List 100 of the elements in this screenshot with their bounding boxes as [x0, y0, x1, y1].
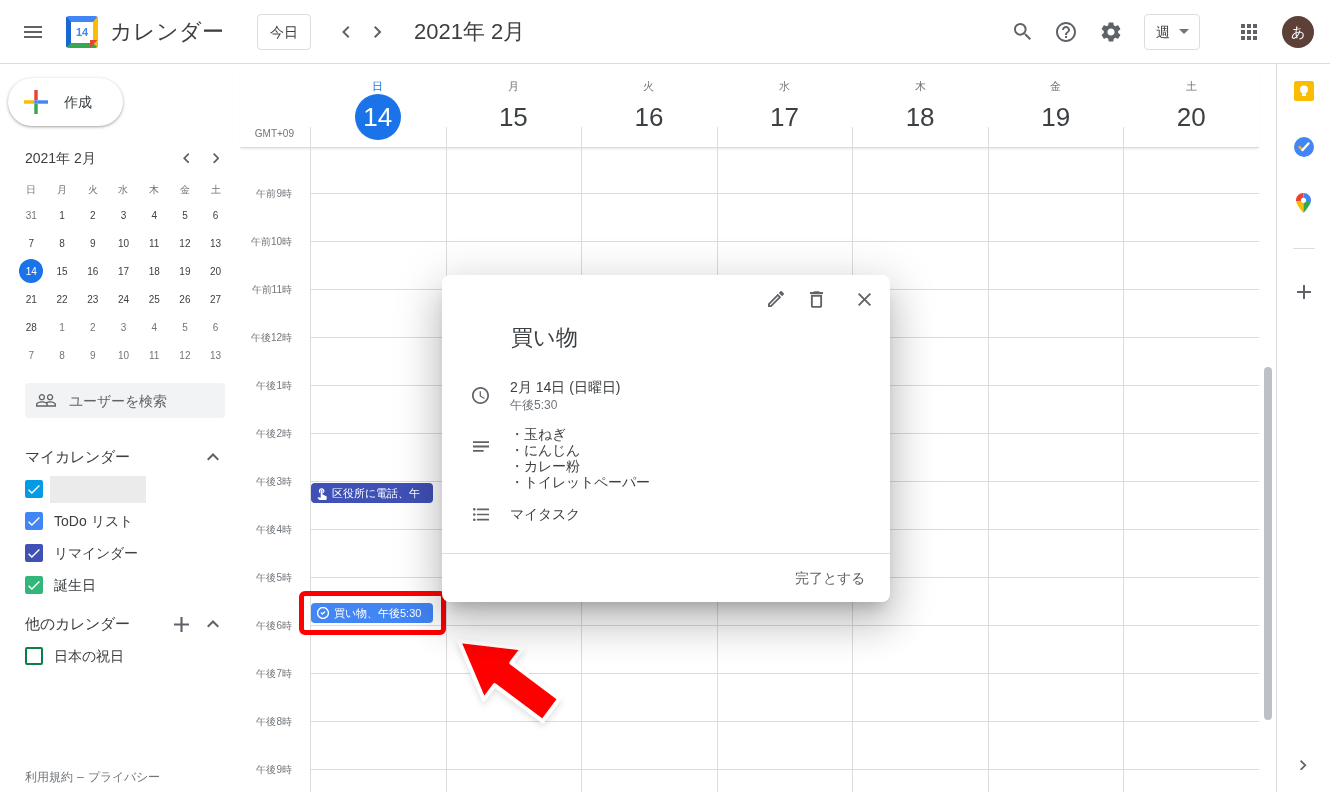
mini-calendar-day[interactable]: 13 [203, 231, 228, 255]
mini-calendar-day[interactable]: 13 [203, 343, 228, 367]
event-title: 買い物 [511, 324, 579, 352]
hour-label: 午前11時 [251, 284, 292, 296]
mini-calendar-day[interactable]: 6 [203, 203, 228, 227]
settings-icon [1099, 19, 1123, 44]
check-icon [28, 548, 40, 558]
day-number[interactable]: 14 [354, 94, 401, 140]
day-number[interactable]: 16 [625, 94, 672, 140]
day-number[interactable]: 15 [490, 94, 537, 140]
event-chip[interactable]: 区役所に電話、午 [311, 483, 433, 503]
period-title: 2021年 2月 [414, 17, 526, 46]
day-number[interactable]: 19 [1032, 94, 1079, 140]
calendar-checkbox[interactable] [25, 512, 43, 530]
mini-calendar-day[interactable]: 18 [142, 259, 167, 283]
mini-calendar-day[interactable]: 10 [111, 231, 136, 255]
event-chip[interactable]: 買い物、午後5:30 [311, 603, 433, 623]
mini-calendar-day[interactable]: 15 [50, 259, 75, 283]
mini-calendar-day[interactable]: 31 [19, 203, 44, 227]
mini-calendar-day[interactable]: 17 [111, 259, 136, 283]
mini-calendar-day[interactable]: 10 [111, 343, 136, 367]
weekday-label: 火 [643, 79, 655, 93]
list-icon [473, 507, 489, 521]
mark-complete-button[interactable]: 完了とする [785, 560, 875, 596]
hour-label: 午後1時 [256, 380, 292, 392]
chevron-left-icon [182, 152, 190, 164]
mini-calendar-day[interactable]: 21 [19, 287, 44, 311]
mini-calendar-day[interactable]: 3 [111, 203, 136, 227]
chevron-right-icon [212, 152, 220, 164]
privacy-link[interactable]: プライバシー [87, 769, 160, 785]
calendar-name: ToDo リスト [54, 512, 133, 531]
mini-calendar-day[interactable]: 12 [172, 343, 197, 367]
calendar-checkbox[interactable] [25, 576, 43, 594]
caret-up-icon [207, 620, 219, 628]
description-line: ・玉ねぎ [510, 426, 567, 442]
mini-calendar-day[interactable]: 5 [172, 203, 197, 227]
mini-calendar-day[interactable]: 4 [142, 315, 167, 339]
app-logo: 14 [66, 15, 98, 48]
mini-calendar-day[interactable]: 1 [50, 203, 75, 227]
view-selector[interactable]: 週 [1144, 13, 1200, 50]
mini-calendar-day[interactable]: 6 [203, 315, 228, 339]
chevron-left-icon [342, 25, 350, 38]
mini-calendar-day[interactable]: 25 [142, 287, 167, 311]
mini-calendar-day[interactable]: 2 [80, 203, 105, 227]
mini-calendar-day[interactable]: 11 [142, 343, 167, 367]
day-number[interactable]: 20 [1168, 94, 1215, 140]
description-line: ・にんじん [510, 442, 581, 458]
menu-icon [24, 25, 42, 38]
mini-calendar-day[interactable]: 8 [50, 343, 75, 367]
event-date: 2月 14日 (日曜日) [510, 378, 621, 397]
today-button[interactable]: 今日 [257, 13, 311, 50]
mini-calendar-day[interactable]: 7 [19, 231, 44, 255]
mini-calendar-day[interactable]: 7 [19, 343, 44, 367]
mini-calendar-day[interactable]: 5 [172, 315, 197, 339]
mini-calendar-day[interactable]: 27 [203, 287, 228, 311]
mini-calendar-day[interactable]: 3 [111, 315, 136, 339]
mini-calendar-day[interactable]: 9 [80, 231, 105, 255]
mini-calendar-day[interactable]: 11 [142, 231, 167, 255]
mini-calendar-day[interactable]: 28 [19, 315, 44, 339]
timezone-label: GMT+09 [254, 128, 294, 140]
weekday-label: 日 [372, 79, 384, 93]
mini-calendar-day[interactable]: 4 [142, 203, 167, 227]
chevron-right-icon [1300, 759, 1307, 771]
check-icon [28, 516, 40, 526]
create-button[interactable]: 作成 [8, 78, 123, 126]
weekday-label: 月 [507, 79, 519, 93]
description-line: ・カレー粉 [510, 458, 581, 474]
weekday-heading: 水 [118, 182, 129, 197]
mini-calendar-day[interactable]: 22 [50, 287, 75, 311]
map-pin-icon [1296, 193, 1311, 213]
mini-calendar-day[interactable]: 9 [80, 343, 105, 367]
mini-calendar-day[interactable]: 12 [172, 231, 197, 255]
mini-calendar-day[interactable]: 2 [80, 315, 105, 339]
day-number[interactable]: 18 [897, 94, 944, 140]
mini-calendar-day[interactable]: 14 [19, 259, 44, 283]
calendar-checkbox[interactable] [25, 647, 43, 665]
mini-calendar-day[interactable]: 23 [80, 287, 105, 311]
mini-calendar-day[interactable]: 26 [172, 287, 197, 311]
weekday-heading: 火 [87, 182, 98, 197]
day-number[interactable]: 17 [761, 94, 808, 140]
mini-calendar-day[interactable]: 20 [203, 259, 228, 283]
mini-calendar-day[interactable]: 16 [80, 259, 105, 283]
calendar-checkbox[interactable] [25, 480, 43, 498]
event-time: 午後5:30 [510, 397, 559, 413]
calendar-checkbox[interactable] [25, 544, 43, 562]
scrollbar-thumb[interactable] [1263, 367, 1272, 720]
weekday-heading: 月 [57, 182, 68, 197]
mini-calendar-day[interactable]: 1 [50, 315, 75, 339]
terms-link[interactable]: 利用規約 [25, 769, 73, 785]
plus-icon [1296, 285, 1311, 299]
hour-label: 午後3時 [256, 476, 292, 488]
people-search-input[interactable]: ユーザーを検索 [69, 383, 225, 418]
app-name: カレンダー [110, 17, 224, 46]
people-search-field[interactable]: ユーザーを検索 [25, 383, 225, 418]
mini-calendar-day[interactable]: 24 [111, 287, 136, 311]
calendar-name: 日本の祝日 [54, 647, 124, 666]
chevron-right-icon [374, 25, 382, 38]
mini-calendar-day[interactable]: 8 [50, 231, 75, 255]
mini-calendar-day[interactable]: 19 [172, 259, 197, 283]
account-avatar[interactable]: あ [1282, 15, 1314, 48]
